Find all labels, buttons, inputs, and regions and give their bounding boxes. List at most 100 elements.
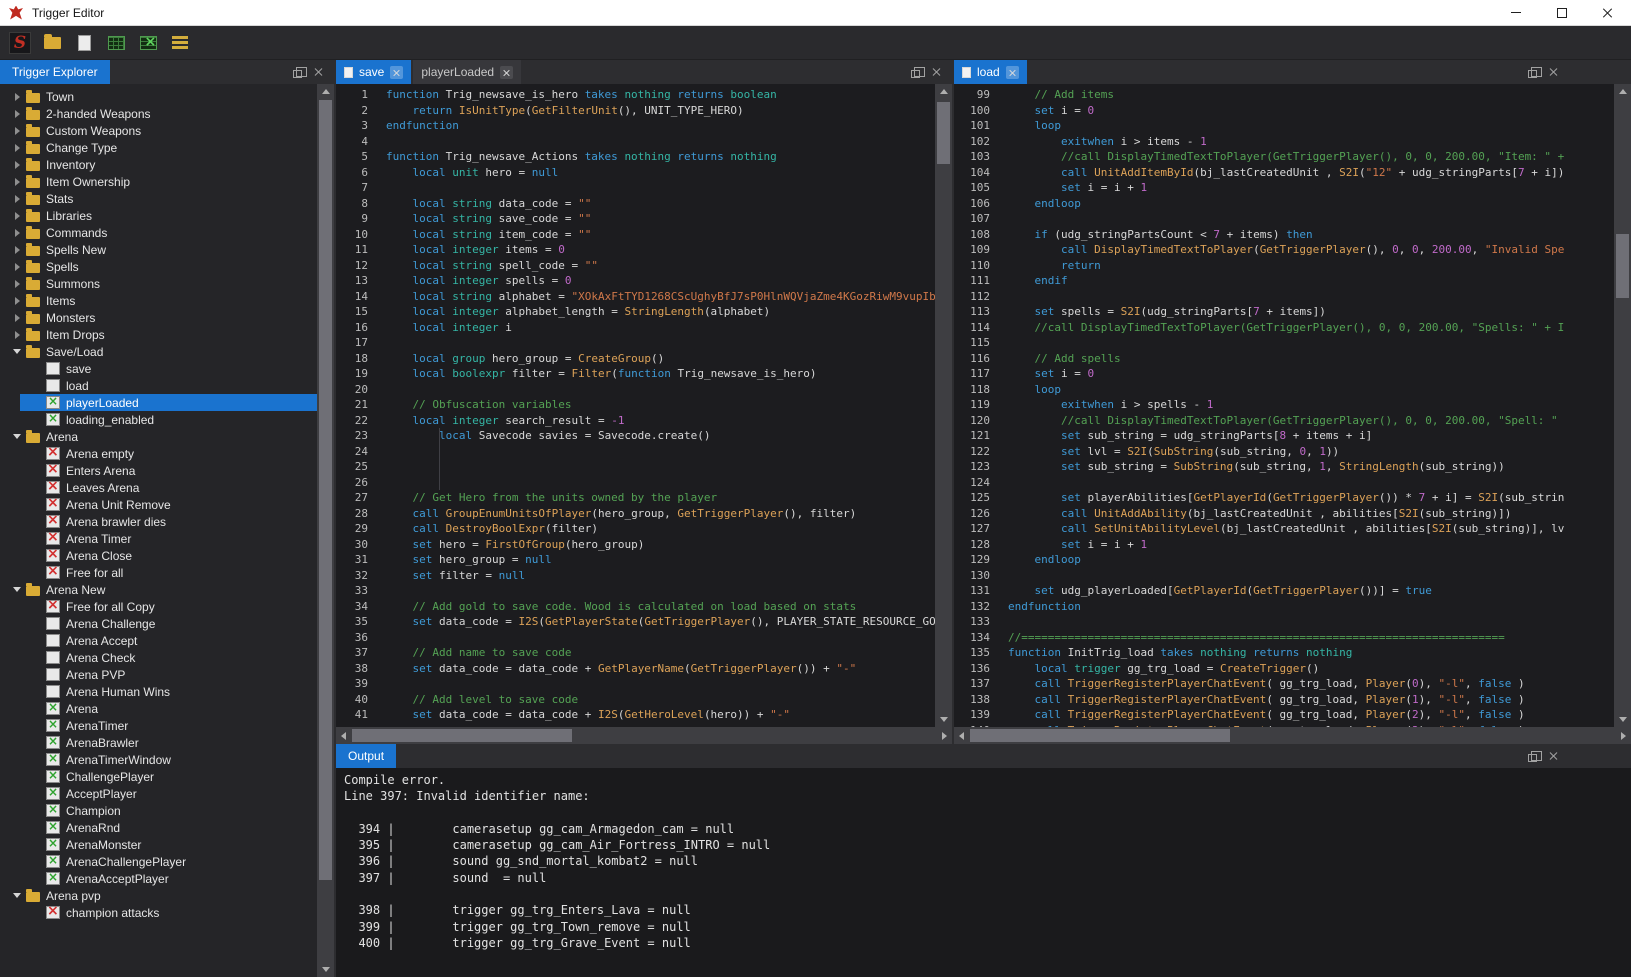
tree-item-arena-human-wins[interactable]: Arena Human Wins	[0, 683, 317, 700]
tree-item-summons[interactable]: Summons	[0, 275, 317, 292]
tree-item-arena[interactable]: Arena	[0, 700, 317, 717]
close-button[interactable]	[1585, 0, 1631, 25]
tree-item-arenatimerwindow[interactable]: ArenaTimerWindow	[0, 751, 317, 768]
tab-close-icon[interactable]	[390, 66, 403, 79]
tree-item-inventory[interactable]: Inventory	[0, 156, 317, 173]
tree-item-arenaacceptplayer[interactable]: ArenaAcceptPlayer	[0, 870, 317, 887]
close-panel-icon[interactable]	[1549, 751, 1559, 761]
scroll-up-button[interactable]	[935, 84, 952, 99]
tree-item-custom-weapons[interactable]: Custom Weapons	[0, 122, 317, 139]
toolbar-button-list[interactable]	[166, 29, 194, 57]
center-vscrollbar[interactable]	[935, 84, 952, 727]
tree-item-item-ownership[interactable]: Item Ownership	[0, 173, 317, 190]
close-panel-icon[interactable]	[314, 67, 324, 77]
close-panel-icon[interactable]	[932, 67, 942, 77]
tree-item-champion-attacks[interactable]: champion attacks	[0, 904, 317, 921]
chevron-collapsed-icon[interactable]	[8, 246, 26, 254]
center-hscrollbar-thumb[interactable]	[352, 729, 572, 742]
scroll-left-button[interactable]	[954, 727, 969, 744]
tab-close-icon[interactable]	[1006, 66, 1019, 79]
toolbar-button-variables[interactable]	[102, 29, 130, 57]
tree-item-arenabrawler[interactable]: ArenaBrawler	[0, 734, 317, 751]
tree-item-arena-brawler-dies[interactable]: Arena brawler dies	[0, 513, 317, 530]
close-panel-icon[interactable]	[1549, 67, 1559, 77]
tree-item-arena-accept[interactable]: Arena Accept	[0, 632, 317, 649]
tree-item-town[interactable]: Town	[0, 88, 317, 105]
scroll-right-button[interactable]	[1616, 727, 1631, 744]
scroll-down-button[interactable]	[935, 712, 952, 727]
tree-item-loading-enabled[interactable]: loading_enabled	[0, 411, 317, 428]
tree-item-arena-close[interactable]: Arena Close	[0, 547, 317, 564]
tree-item-commands[interactable]: Commands	[0, 224, 317, 241]
chevron-expanded-icon[interactable]	[8, 893, 26, 898]
chevron-collapsed-icon[interactable]	[8, 297, 26, 305]
chevron-collapsed-icon[interactable]	[8, 263, 26, 271]
chevron-collapsed-icon[interactable]	[8, 331, 26, 339]
tree-scrollbar[interactable]	[317, 84, 334, 977]
tree-item-enters-arena[interactable]: Enters Arena	[0, 462, 317, 479]
tree-item-arena-challenge[interactable]: Arena Challenge	[0, 615, 317, 632]
scroll-down-button[interactable]	[1614, 712, 1631, 727]
center-hscrollbar[interactable]	[336, 727, 952, 744]
right-hscrollbar-thumb[interactable]	[970, 729, 1230, 742]
chevron-collapsed-icon[interactable]	[8, 110, 26, 118]
tree-item-arena-unit-remove[interactable]: Arena Unit Remove	[0, 496, 317, 513]
tree-item-arena-pvp[interactable]: Arena PVP	[0, 666, 317, 683]
chevron-collapsed-icon[interactable]	[8, 93, 26, 101]
chevron-collapsed-icon[interactable]	[8, 127, 26, 135]
chevron-collapsed-icon[interactable]	[8, 178, 26, 186]
tree-item-save-load[interactable]: Save/Load	[0, 343, 317, 360]
maximize-button[interactable]	[1539, 0, 1585, 25]
scroll-left-button[interactable]	[336, 727, 351, 744]
tree-item-arenatimer[interactable]: ArenaTimer	[0, 717, 317, 734]
tree-item-stats[interactable]: Stats	[0, 190, 317, 207]
tree-item-arena-check[interactable]: Arena Check	[0, 649, 317, 666]
chevron-collapsed-icon[interactable]	[8, 161, 26, 169]
tree-item-leaves-arena[interactable]: Leaves Arena	[0, 479, 317, 496]
chevron-expanded-icon[interactable]	[8, 434, 26, 439]
tree-item-arena-new[interactable]: Arena New	[0, 581, 317, 598]
tree-item-spells-new[interactable]: Spells New	[0, 241, 317, 258]
tree-item-playerloaded[interactable]: playerLoaded	[0, 394, 317, 411]
tab-playerloaded[interactable]: playerLoaded	[413, 60, 521, 84]
toolbar-button-new-file[interactable]	[70, 29, 98, 57]
chevron-collapsed-icon[interactable]	[8, 212, 26, 220]
tree-item-items[interactable]: Items	[0, 292, 317, 309]
minimize-button[interactable]	[1493, 0, 1539, 25]
float-panel-icon[interactable]	[1528, 70, 1537, 78]
float-panel-icon[interactable]	[293, 70, 302, 78]
right-vscrollbar[interactable]	[1614, 84, 1631, 727]
center-code[interactable]: function Trig_newsave_is_hero takes noth…	[378, 84, 935, 727]
tree-scroll-up-button[interactable]	[317, 84, 334, 99]
tree-item-arenachallengeplayer[interactable]: ArenaChallengePlayer	[0, 853, 317, 870]
tree-item-champion[interactable]: Champion	[0, 802, 317, 819]
tree-item-arena-empty[interactable]: Arena empty	[0, 445, 317, 462]
tree-item-libraries[interactable]: Libraries	[0, 207, 317, 224]
tab-close-icon[interactable]	[500, 66, 513, 79]
tree-item-spells[interactable]: Spells	[0, 258, 317, 275]
toolbar-button-logo[interactable]: S	[6, 29, 34, 57]
chevron-collapsed-icon[interactable]	[8, 229, 26, 237]
tree-item-item-drops[interactable]: Item Drops	[0, 326, 317, 343]
tree-item-arena[interactable]: Arena	[0, 428, 317, 445]
tree-item-arena-timer[interactable]: Arena Timer	[0, 530, 317, 547]
center-vscrollbar-thumb[interactable]	[937, 102, 950, 164]
tree-item-arenarnd[interactable]: ArenaRnd	[0, 819, 317, 836]
chevron-collapsed-icon[interactable]	[8, 314, 26, 322]
scroll-right-button[interactable]	[937, 727, 952, 744]
tree-item-save[interactable]: save	[0, 360, 317, 377]
chevron-collapsed-icon[interactable]	[8, 195, 26, 203]
chevron-collapsed-icon[interactable]	[8, 144, 26, 152]
tree-item-free-for-all[interactable]: Free for all	[0, 564, 317, 581]
float-panel-icon[interactable]	[911, 70, 920, 78]
tree-item-acceptplayer[interactable]: AcceptPlayer	[0, 785, 317, 802]
output-tab[interactable]: Output	[336, 744, 396, 768]
tab-load[interactable]: load	[954, 60, 1027, 84]
tree-item-load[interactable]: load	[0, 377, 317, 394]
chevron-expanded-icon[interactable]	[8, 587, 26, 592]
chevron-expanded-icon[interactable]	[8, 349, 26, 354]
tree-item-arenamonster[interactable]: ArenaMonster	[0, 836, 317, 853]
scroll-up-button[interactable]	[1614, 84, 1631, 99]
right-vscrollbar-thumb[interactable]	[1616, 234, 1629, 298]
tree-item-challengeplayer[interactable]: ChallengePlayer	[0, 768, 317, 785]
